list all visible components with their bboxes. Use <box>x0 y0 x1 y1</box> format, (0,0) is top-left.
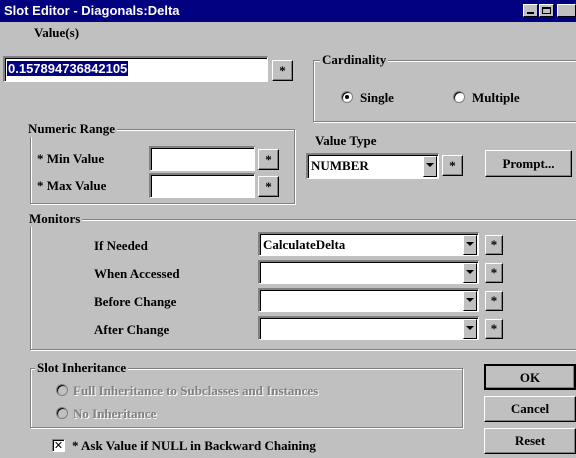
window-title: Slot Editor - Diagonals:Delta <box>4 3 180 18</box>
multiple-label: Multiple <box>472 90 520 105</box>
cardinality-group: Cardinality <box>313 52 576 122</box>
when-accessed-label: When Accessed <box>94 266 180 281</box>
multiple-radio[interactable] <box>453 91 465 103</box>
monitors-title: Monitors <box>27 211 83 227</box>
no-inheritance-radio[interactable] <box>56 407 68 419</box>
after-change-dropdown-icon[interactable] <box>463 319 477 339</box>
min-value-input[interactable] <box>149 146 255 171</box>
max-value-label: * Max Value <box>37 178 107 193</box>
prompt-button[interactable]: Prompt... <box>485 150 572 177</box>
slot-editor-window: Slot Editor - Diagonals:Delta Value(s) 0… <box>0 0 576 458</box>
min-value-star-button[interactable]: * <box>258 149 279 170</box>
ask-value-checkbox[interactable]: ✕ <box>52 439 65 452</box>
ask-value-label: * Ask Value if NULL in Backward Chaining <box>72 438 316 453</box>
cardinality-title: Cardinality <box>320 52 389 68</box>
max-value-star-button[interactable]: * <box>258 176 279 197</box>
when-accessed-dropdown-icon[interactable] <box>463 263 477 283</box>
value-star-button[interactable]: * <box>272 60 293 81</box>
value-type-select[interactable]: NUMBER <box>306 153 439 179</box>
full-inheritance-radio[interactable] <box>56 384 68 396</box>
before-change-dropdown-icon[interactable] <box>463 291 477 311</box>
min-value-label: * Min Value <box>37 151 105 166</box>
if-needed-select[interactable]: CalculateDelta <box>258 232 479 256</box>
value-text: 0.157894736842105 <box>7 61 129 76</box>
reset-button[interactable]: Reset <box>484 428 576 454</box>
numeric-range-title: Numeric Range <box>26 121 118 137</box>
after-change-label: After Change <box>94 322 170 337</box>
after-change-star-button[interactable]: * <box>485 319 503 339</box>
cancel-button[interactable]: Cancel <box>484 396 576 422</box>
before-change-label: Before Change <box>94 294 177 309</box>
if-needed-dropdown-icon[interactable] <box>463 235 477 255</box>
value-input[interactable]: 0.157894736842105 <box>3 56 268 82</box>
value-type-dropdown-icon[interactable] <box>423 156 437 177</box>
before-change-star-button[interactable]: * <box>485 291 503 311</box>
when-accessed-star-button[interactable]: * <box>485 263 503 283</box>
maximize-icon[interactable] <box>539 4 554 17</box>
title-bar[interactable]: Slot Editor - Diagonals:Delta <box>0 0 576 22</box>
no-inheritance-label: No Inheritance <box>73 406 157 421</box>
if-needed-star-button[interactable]: * <box>485 235 503 255</box>
after-change-select[interactable] <box>258 316 479 340</box>
value-type-star-button[interactable]: * <box>442 155 463 176</box>
checkmark-icon: ✕ <box>53 439 64 452</box>
before-change-select[interactable] <box>258 288 479 312</box>
full-inheritance-label: Full Inheritance to Subclasses and Insta… <box>73 383 319 398</box>
values-label: Value(s) <box>34 25 80 40</box>
max-value-input[interactable] <box>149 173 255 198</box>
if-needed-label: If Needed <box>94 238 148 253</box>
close-icon[interactable] <box>557 4 576 17</box>
slot-inheritance-title: Slot Inheritance <box>35 360 129 376</box>
value-type-label: Value Type <box>315 133 377 148</box>
value-type-text: NUMBER <box>311 158 369 173</box>
when-accessed-select[interactable] <box>258 260 479 284</box>
single-radio[interactable] <box>341 91 353 103</box>
ok-button[interactable]: OK <box>484 364 576 390</box>
if-needed-value: CalculateDelta <box>263 237 346 252</box>
minimize-icon[interactable] <box>523 4 538 17</box>
single-label: Single <box>360 90 394 105</box>
